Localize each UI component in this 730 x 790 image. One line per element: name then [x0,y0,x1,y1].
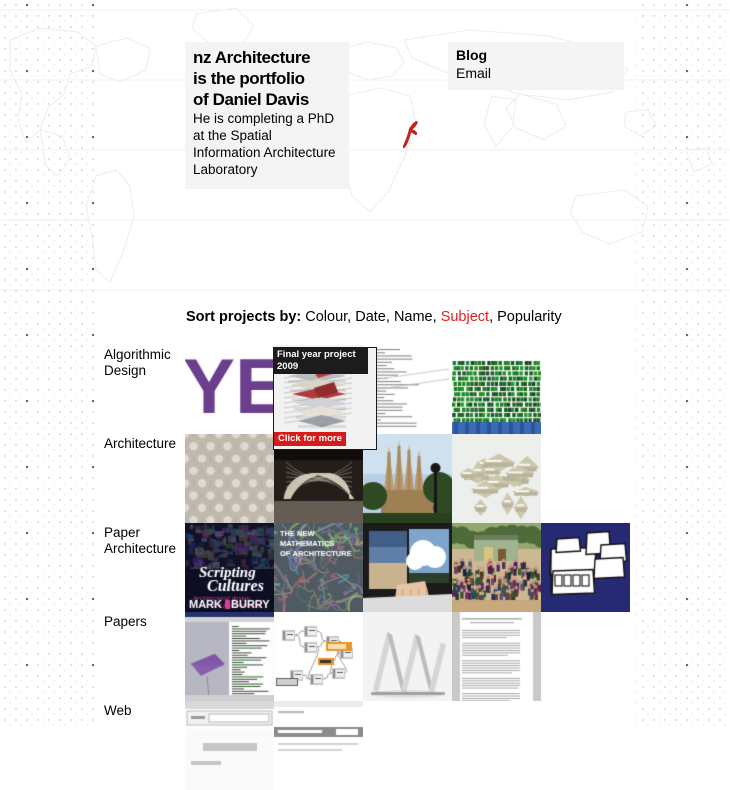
project-thumbnail-folded-zigzag-model[interactable] [363,612,452,701]
project-thumbnail-hexagon-panel-facade[interactable] [185,434,274,523]
sort-option-colour[interactable]: Colour [305,309,347,325]
project-thumbnail-cad-software-screenshot[interactable] [185,612,274,701]
thumbnail-strip [185,612,541,701]
hover-card-cta-button[interactable]: Click for more [274,432,346,446]
category-row: Web [96,701,656,790]
header-links-box: Blog Email [448,42,624,90]
project-thumbnail-group-photo-house[interactable] [452,523,541,612]
project-thumbnail-open-book-landscape[interactable] [363,523,452,612]
intro-headline-line2: is the portfolio [193,69,305,89]
hover-card-title: Final year project 2009 [274,348,368,375]
project-thumbnail-massing-model-aerial[interactable] [452,434,541,523]
category-label-paper-architecture[interactable]: Paper Architecture [96,523,185,558]
category-row: Paper Architecture [96,523,656,612]
blog-link[interactable]: Blog [456,47,616,65]
category-label-line1: Algorithmic [104,347,171,362]
category-label-algorithmic-design[interactable]: Algorithmic Design [96,345,185,380]
category-label-web[interactable]: Web [96,701,185,719]
project-thumbnail-academic-paper-page[interactable] [452,612,541,701]
intro-subtext: He is completing a PhD at the Spatial In… [193,111,336,177]
category-label-line1: Paper [104,525,141,540]
thumbnail-strip [185,701,363,790]
category-label-line1: Web [104,703,132,718]
project-thumbnail-green-crowd-render[interactable] [452,345,541,434]
category-row: Algorithmic Design Final year project 2009… [96,345,656,450]
category-label-line2: Design [104,363,147,379]
intro-headline-line3: of Daniel Davis [193,90,309,110]
category-row: Papers [96,612,656,701]
thumbnail-strip [185,523,630,612]
project-thumbnail-blue-sketch-drawing[interactable] [541,523,630,612]
project-thumbnail-new-mathematics-of-architecture-book[interactable] [274,523,363,612]
site-intro-box: nz Architecture is the portfolio of Dani… [185,42,349,189]
intro-headline-line1: nz Architecture [193,48,311,67]
project-thumbnail-yeti-poster[interactable] [185,345,274,434]
project-hover-card[interactable]: Final year project 2009 Click for more [273,347,377,450]
sort-option-date[interactable]: Date [355,309,386,325]
sort-option-subject[interactable]: Subject [441,309,489,325]
sort-option-popularity[interactable]: Popularity [497,309,561,325]
category-label-papers[interactable]: Papers [96,612,185,630]
category-label-line1: Architecture [104,436,177,451]
project-thumbnail-grasshopper-node-graph[interactable] [274,612,363,701]
project-thumbnail-web-interface-screenshot-b[interactable] [274,701,363,790]
sort-options-list: Colour, Date, Name, Subject, Popularity [305,309,562,325]
sort-label: Sort projects by: [186,309,302,325]
sort-projects-bar: Sort projects by: Colour, Date, Name, Su… [186,309,562,325]
category-label-line1: Papers [104,614,147,629]
sort-option-name[interactable]: Name [394,309,433,325]
category-label-line2: Architecture [104,541,177,557]
category-label-architecture[interactable]: Architecture [96,434,185,452]
email-link[interactable]: Email [456,65,616,83]
project-thumbnail-web-interface-screenshot-a[interactable] [185,701,274,790]
project-grid: Algorithmic Design Final year project 2009… [96,345,656,790]
project-thumbnail-scripting-cultures-book[interactable] [185,523,274,612]
